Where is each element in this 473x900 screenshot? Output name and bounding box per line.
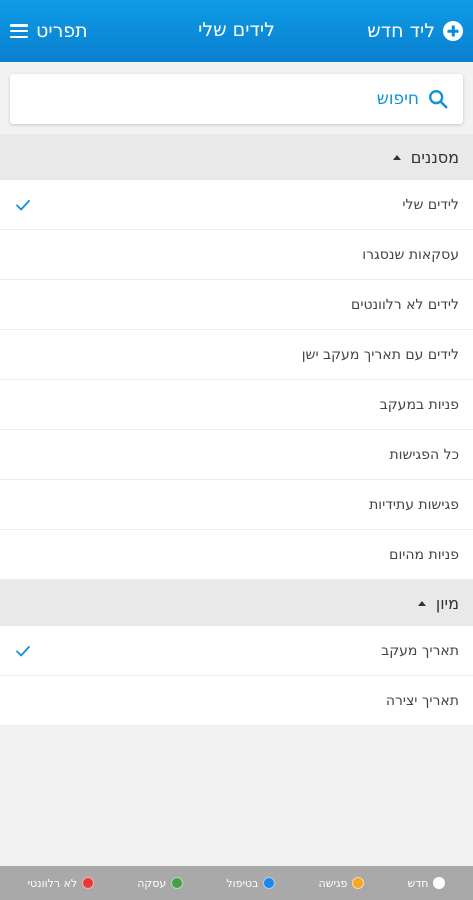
- legend-item: לא רלוונטי: [28, 877, 95, 890]
- status-dot-icon: [82, 877, 95, 889]
- menu-button[interactable]: תפריט: [10, 20, 88, 42]
- filter-item-label: פניות במעקב: [379, 396, 459, 413]
- status-dot-icon: [352, 877, 365, 889]
- sort-list: תאריך מעקב תאריך יצירה: [0, 626, 473, 726]
- legend-label: פגישה: [318, 876, 348, 890]
- sort-section-header[interactable]: מיון: [0, 580, 473, 626]
- sort-item[interactable]: תאריך מעקב: [0, 626, 473, 676]
- filter-item[interactable]: לידים עם תאריך מעקב ישן: [0, 330, 473, 380]
- filter-item-label: לידים לא רלוונטים: [351, 296, 459, 313]
- filter-item[interactable]: כל הפגישות: [0, 430, 473, 480]
- hamburger-icon: [10, 24, 28, 38]
- legend-item: פגישה: [319, 877, 365, 890]
- filter-item[interactable]: פניות במעקב: [0, 380, 473, 430]
- filter-item-label: כל הפגישות: [389, 446, 459, 463]
- legend-label: עסקה: [137, 876, 167, 890]
- filter-item-label: פגישות עתידיות: [369, 496, 459, 513]
- new-lead-label: ליד חדש: [367, 20, 435, 42]
- filter-item[interactable]: פגישות עתידיות: [0, 480, 473, 530]
- filter-item-label: לידים שלי: [402, 196, 459, 213]
- filter-item[interactable]: לידים לא רלוונטים: [0, 280, 473, 330]
- search-icon: [427, 88, 449, 110]
- sort-item[interactable]: תאריך יצירה: [0, 676, 473, 726]
- filter-item[interactable]: פניות מהיום: [0, 530, 473, 580]
- caret-up-icon: [417, 600, 426, 606]
- sort-title: מיון: [435, 593, 459, 613]
- top-bar: ליד חדש לידים שלי תפריט: [0, 0, 473, 62]
- status-dot-icon: [433, 877, 446, 889]
- app: ליד חדש לידים שלי תפריט חיפוש מסננים ליד…: [0, 0, 473, 900]
- status-dot-icon: [263, 877, 276, 889]
- legend-item: עסקה: [137, 876, 184, 890]
- filter-item-label: לידים עם תאריך מעקב ישן: [301, 346, 459, 363]
- filter-item[interactable]: לידים שלי: [0, 180, 473, 230]
- menu-label: תפריט: [36, 20, 88, 42]
- filters-section-header[interactable]: מסננים: [0, 134, 473, 180]
- checkmark-icon: [16, 645, 30, 656]
- status-dot-icon: [171, 877, 184, 889]
- sort-item-label: תאריך מעקב: [381, 642, 459, 659]
- filter-item-label: פניות מהיום: [389, 546, 459, 563]
- sort-item-label: תאריך יצירה: [385, 692, 459, 709]
- filter-item[interactable]: עסקאות שנסגרו: [0, 230, 473, 280]
- filter-item-label: עסקאות שנסגרו: [362, 246, 459, 263]
- search-container: חיפוש: [0, 62, 473, 134]
- checkmark-icon: [16, 199, 30, 210]
- search-placeholder: חיפוש: [376, 89, 419, 109]
- filters-list: לידים שלי עסקאות שנסגרו לידים לא רלוונטים ל…: [0, 180, 473, 580]
- legend-label: לא רלוונטי: [27, 876, 78, 890]
- legend-label: בטיפול: [226, 876, 259, 890]
- caret-up-icon: [392, 154, 401, 160]
- plus-circle-icon: [443, 21, 463, 41]
- legend-item: חדש: [407, 876, 446, 890]
- status-legend: חדש פגישה בטיפול עסקה לא רלוונטי: [0, 866, 473, 900]
- filters-title: מסננים: [410, 147, 459, 167]
- new-lead-button[interactable]: ליד חדש: [367, 20, 463, 42]
- legend-item: בטיפול: [226, 876, 276, 890]
- search-input[interactable]: חיפוש: [10, 74, 463, 124]
- legend-label: חדש: [407, 876, 429, 890]
